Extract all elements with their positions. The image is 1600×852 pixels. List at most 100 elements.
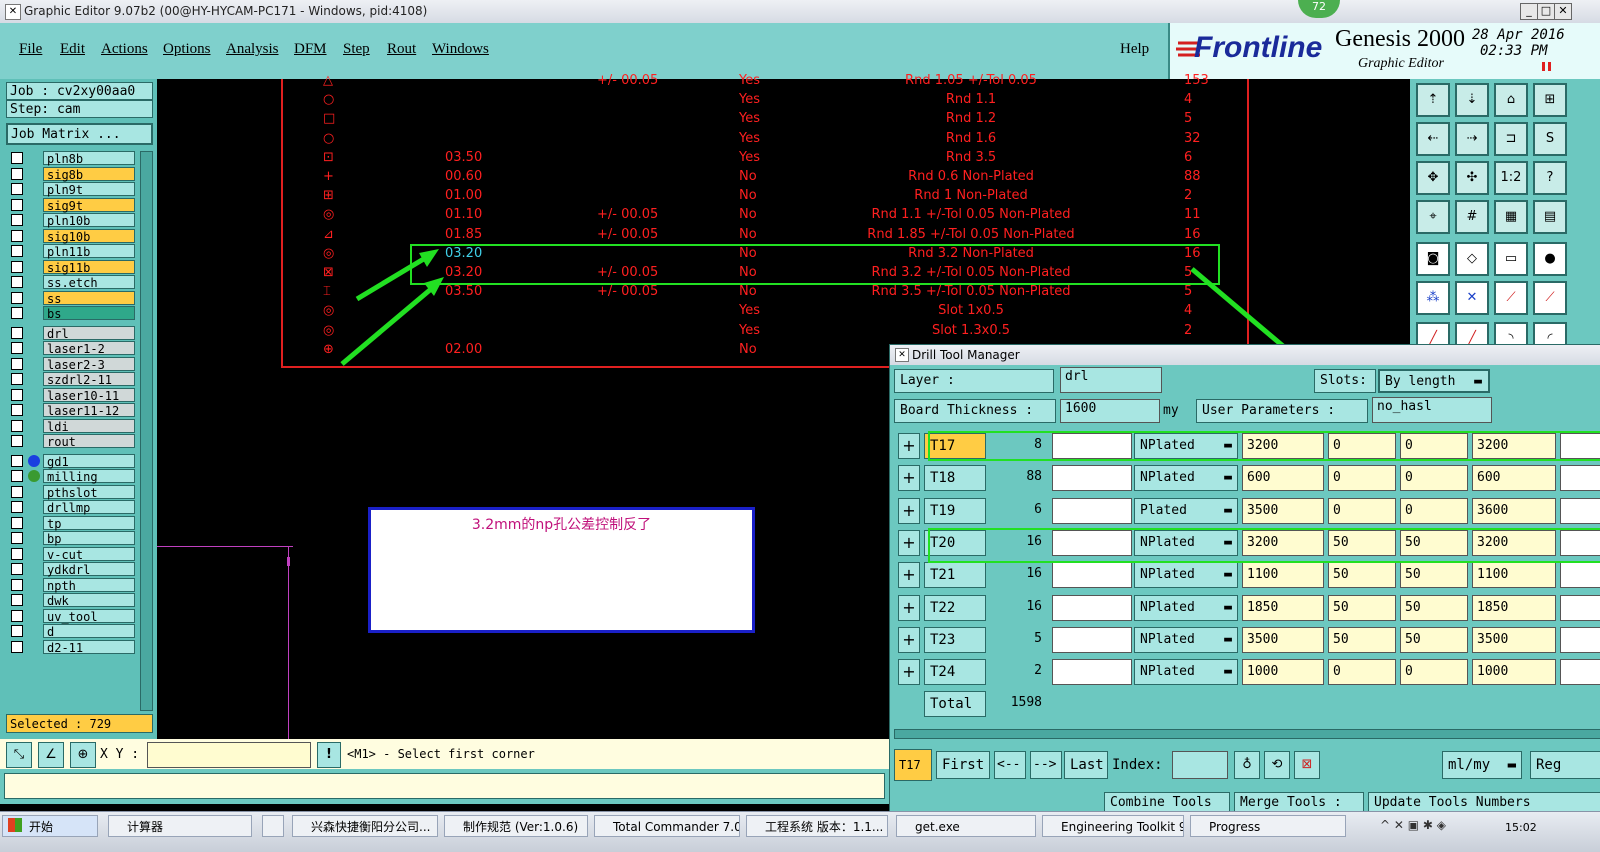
tool-tol-minus[interactable]: 0 xyxy=(1400,465,1468,492)
layer-field[interactable]: drl xyxy=(1060,367,1162,393)
tool-type-dropdown[interactable]: NPlated ▬ xyxy=(1134,626,1238,653)
layer-name[interactable]: milling xyxy=(43,469,135,484)
layer-name[interactable]: pln9t xyxy=(43,182,135,197)
first-button[interactable]: First xyxy=(936,751,990,779)
layer-checkbox[interactable] xyxy=(11,245,23,257)
expand-plus-icon[interactable]: + xyxy=(898,497,920,524)
layer-row[interactable]: dwk xyxy=(10,593,135,608)
layer-name[interactable]: pln8b xyxy=(43,151,135,166)
minimize-button[interactable]: _ xyxy=(1520,3,1538,20)
layer-name[interactable]: pln11b xyxy=(43,244,135,259)
layer-row[interactable]: drllmp xyxy=(10,500,135,515)
layer-row[interactable]: milling xyxy=(10,469,135,484)
layer-checkbox[interactable] xyxy=(11,609,23,622)
layer-row[interactable]: ydkdrl xyxy=(10,562,135,577)
measure-icon[interactable]: ⌖ xyxy=(1416,200,1450,234)
layer-checkbox[interactable] xyxy=(11,260,23,273)
layer-row[interactable]: d xyxy=(10,624,135,639)
reg-button[interactable]: Reg xyxy=(1530,751,1600,779)
tool-finish-field[interactable] xyxy=(1052,594,1132,621)
layer-checkbox[interactable] xyxy=(11,183,23,195)
layer-checkbox[interactable] xyxy=(11,501,23,513)
prev-button[interactable]: <-- xyxy=(994,751,1026,779)
layer-name[interactable]: sig11b xyxy=(43,259,135,275)
line2-icon[interactable]: ⟋ xyxy=(1533,281,1567,315)
layer-row[interactable]: sig10b xyxy=(10,228,135,244)
user-params-field[interactable]: no_hasl xyxy=(1372,397,1492,423)
tool-finish-field[interactable] xyxy=(1052,465,1132,492)
tool-tol-minus[interactable]: 50 xyxy=(1400,594,1468,621)
tool-tol-plus[interactable]: 50 xyxy=(1328,594,1396,621)
menu-step[interactable]: Step xyxy=(343,41,370,58)
question-icon[interactable]: ? xyxy=(1533,161,1567,195)
tool-tol-plus[interactable]: 0 xyxy=(1328,497,1396,524)
record-icon[interactable]: ◙ xyxy=(1416,242,1450,276)
tool-finish-field[interactable] xyxy=(1052,562,1132,589)
tool-finish-size[interactable]: 3600 xyxy=(1472,497,1556,524)
layer-name[interactable]: pthslot xyxy=(43,484,135,500)
layer-row[interactable]: laser10-11 xyxy=(10,387,135,403)
tool-tol-plus[interactable]: 0 xyxy=(1328,659,1396,686)
tool-extra-field[interactable] xyxy=(1560,497,1600,524)
task-total-commander[interactable]: Total Commander 7.0 ... xyxy=(594,815,740,837)
layer-checkbox[interactable] xyxy=(11,435,23,447)
layer-checkbox[interactable] xyxy=(11,198,23,211)
layer-checkbox[interactable] xyxy=(11,152,23,164)
slots-dropdown[interactable]: By length ▬ xyxy=(1378,369,1490,393)
tool-tol-minus[interactable]: 50 xyxy=(1400,562,1468,589)
expand-plus-icon[interactable]: + xyxy=(898,562,920,589)
layer-row[interactable]: rout xyxy=(10,434,135,449)
tool-extra-field[interactable] xyxy=(1560,562,1600,589)
task-spec[interactable]: 制作规范 (Ver:1.0.6) xyxy=(444,815,588,837)
line-icon[interactable]: ⟋ xyxy=(1494,281,1528,315)
layer-checkbox[interactable] xyxy=(11,516,23,529)
tool-hscrollbar[interactable] xyxy=(894,729,1600,739)
expand-plus-icon[interactable]: + xyxy=(898,594,920,621)
layer-checkbox[interactable] xyxy=(11,342,23,354)
layer-name[interactable]: sig9t xyxy=(43,197,135,213)
align-right-icon[interactable]: ⇢ xyxy=(1455,122,1489,156)
layer-row[interactable]: laser11-12 xyxy=(10,403,135,418)
fit-icon[interactable]: ✥ xyxy=(1416,161,1450,195)
split-icon[interactable]: ⊐ xyxy=(1494,122,1528,156)
layer-row[interactable]: sig8b xyxy=(10,166,135,182)
layer-name[interactable]: d2-11 xyxy=(43,639,135,655)
menu-analysis[interactable]: Analysis xyxy=(226,41,279,58)
layer-checkbox[interactable] xyxy=(11,532,23,544)
refresh-icon[interactable]: ⟲ xyxy=(1264,751,1290,779)
tool-type-dropdown[interactable]: NPlated ▬ xyxy=(1134,659,1238,686)
layer-checkbox[interactable] xyxy=(11,640,23,653)
layer-name[interactable]: npth xyxy=(43,577,135,593)
layer-scrollbar[interactable] xyxy=(140,151,153,711)
align-top-icon[interactable]: ⇡ xyxy=(1416,83,1450,117)
tool-finish-field[interactable] xyxy=(1052,626,1132,653)
crosshair-icon[interactable]: ⊕ xyxy=(70,742,96,768)
connect-icon[interactable]: ⁂ xyxy=(1416,281,1450,315)
delete-icon[interactable]: ⊠ xyxy=(1294,751,1320,779)
layer-name[interactable]: ss.etch xyxy=(43,275,135,290)
layer-checkbox[interactable] xyxy=(11,547,23,560)
alert-icon[interactable]: ! xyxy=(317,742,341,768)
shape-icon[interactable]: ◇ xyxy=(1455,242,1489,276)
layer-row[interactable]: pln9t xyxy=(10,182,135,197)
tool-finish-size[interactable]: 3500 xyxy=(1472,626,1556,653)
menu-dfm[interactable]: DFM xyxy=(294,41,327,58)
layer-name[interactable]: laser1-2 xyxy=(43,341,135,356)
tool-finish-size[interactable]: 1850 xyxy=(1472,594,1556,621)
grid-icon[interactable]: ⊞ xyxy=(1533,83,1567,117)
layer-name[interactable]: uv_tool xyxy=(43,608,135,624)
layer-row[interactable]: ldi xyxy=(10,418,135,434)
layer-name[interactable]: tp xyxy=(43,515,135,531)
index-field[interactable] xyxy=(1172,751,1228,779)
layers-select-icon[interactable]: ▤ xyxy=(1533,200,1567,234)
menu-windows[interactable]: Windows xyxy=(432,41,489,58)
tool-type-dropdown[interactable]: NPlated ▬ xyxy=(1134,465,1238,492)
tool-finish-size[interactable]: 600 xyxy=(1472,465,1556,492)
last-button[interactable]: Last xyxy=(1064,751,1108,779)
layer-name[interactable]: laser11-12 xyxy=(43,403,135,418)
layer-checkbox[interactable] xyxy=(11,229,23,242)
layer-row[interactable]: d2-11 xyxy=(10,639,135,655)
layer-checkbox[interactable] xyxy=(11,563,23,575)
home-icon[interactable]: ⌂ xyxy=(1494,83,1528,117)
tray-icons[interactable]: ^ ✕ ▣ ✱ ◈ xyxy=(1380,818,1446,832)
